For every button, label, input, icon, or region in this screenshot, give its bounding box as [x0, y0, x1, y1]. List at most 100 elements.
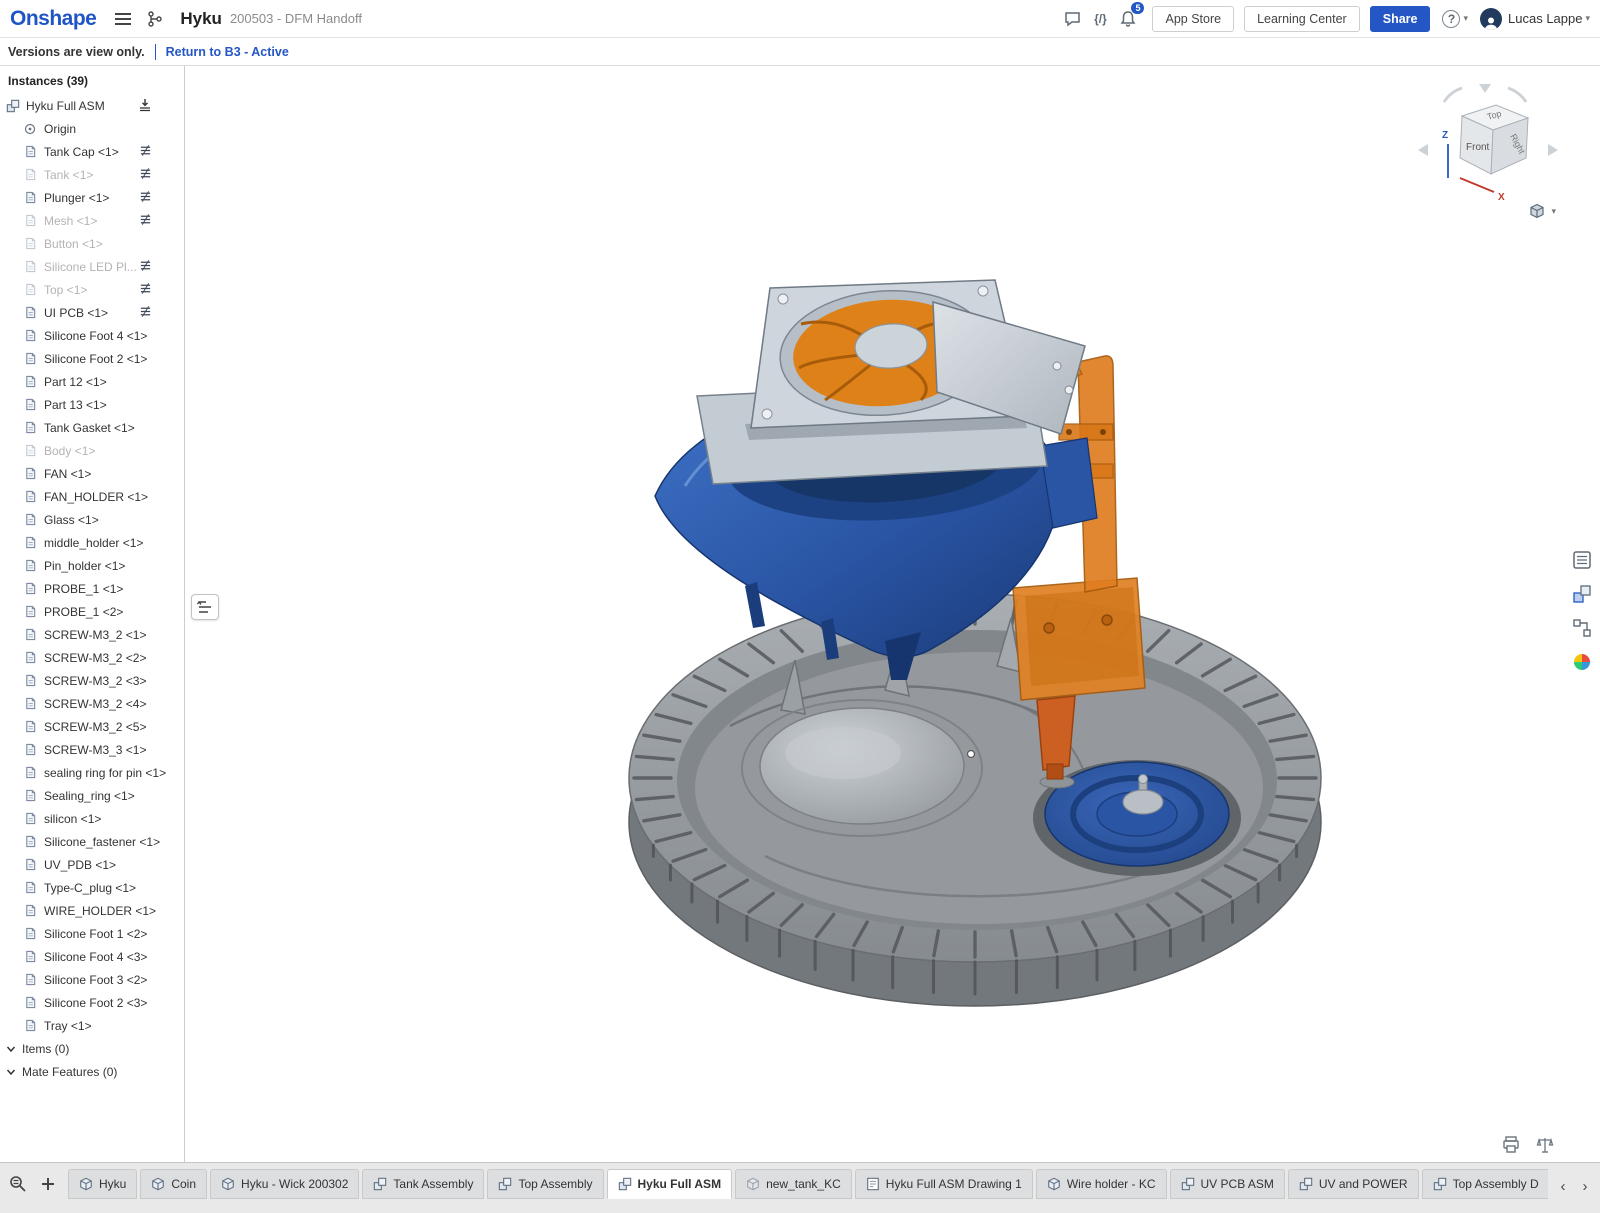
- hamburger-menu-icon[interactable]: [110, 6, 136, 32]
- app-store-button[interactable]: App Store: [1152, 6, 1234, 32]
- tree-item[interactable]: Plunger <1>: [0, 186, 184, 209]
- tree-item[interactable]: PROBE_1 <2>: [0, 600, 184, 623]
- tree-item[interactable]: Silicone_fastener <1>: [0, 830, 184, 853]
- share-button[interactable]: Share: [1370, 6, 1431, 32]
- tree-item[interactable]: Silicone Foot 2 <1>: [0, 347, 184, 370]
- section-scope-icon[interactable]: [139, 282, 152, 298]
- tree-item[interactable]: Pin_holder <1>: [0, 554, 184, 577]
- tree-item[interactable]: Mesh <1>: [0, 209, 184, 232]
- tab-manager-icon[interactable]: [4, 1169, 32, 1199]
- tree-item[interactable]: silicon <1>: [0, 807, 184, 830]
- document-tab[interactable]: Wire holder - KC: [1036, 1169, 1167, 1199]
- document-tab[interactable]: Top Assembly: [487, 1169, 603, 1199]
- tree-item[interactable]: Silicone Foot 4 <3>: [0, 945, 184, 968]
- tree-item[interactable]: Tank Cap <1>: [0, 140, 184, 163]
- tree-item[interactable]: middle_holder <1>: [0, 531, 184, 554]
- base-tray-part[interactable]: [629, 594, 1321, 1006]
- document-tab[interactable]: Tank Assembly: [362, 1169, 484, 1199]
- comments-icon[interactable]: [1058, 6, 1086, 32]
- tree-item[interactable]: SCREW-M3_2 <5>: [0, 715, 184, 738]
- tree-item[interactable]: Tank Gasket <1>: [0, 416, 184, 439]
- tree-item[interactable]: Silicone Foot 4 <1>: [0, 324, 184, 347]
- notifications-bell-icon[interactable]: 5: [1114, 6, 1142, 32]
- document-tab[interactable]: new_tank_KC: [735, 1169, 852, 1199]
- document-tab[interactable]: UV and POWER: [1288, 1169, 1419, 1199]
- document-tab[interactable]: Hyku Full ASM: [607, 1169, 733, 1199]
- tree-item[interactable]: UV_PDB <1>: [0, 853, 184, 876]
- measure-scale-icon[interactable]: [1534, 1134, 1556, 1156]
- view-options-button[interactable]: ▾: [1529, 203, 1556, 219]
- featurescript-icon[interactable]: {/}: [1086, 6, 1114, 32]
- tabs-scroll-left-icon[interactable]: ‹: [1554, 1173, 1572, 1199]
- section-scope-icon[interactable]: [139, 190, 152, 206]
- section-scope-icon[interactable]: [139, 167, 152, 183]
- tree-item[interactable]: UI PCB <1>: [0, 301, 184, 324]
- versions-tree-icon[interactable]: [142, 6, 168, 32]
- tree-item-root-assembly[interactable]: Hyku Full ASM: [0, 94, 184, 117]
- section-scope-icon[interactable]: [139, 213, 152, 229]
- section-scope-icon[interactable]: [139, 305, 152, 321]
- blue-disc-part[interactable]: [1045, 762, 1229, 866]
- document-tab[interactable]: UV PCB ASM: [1170, 1169, 1285, 1199]
- tree-item-origin[interactable]: Origin: [0, 117, 184, 140]
- new-tab-plus-icon[interactable]: [34, 1169, 62, 1199]
- print-icon[interactable]: [1500, 1134, 1522, 1156]
- tree-item[interactable]: Body <1>: [0, 439, 184, 462]
- onshape-logo[interactable]: Onshape: [10, 7, 96, 31]
- tree-item[interactable]: PROBE_1 <1>: [0, 577, 184, 600]
- model-viewport[interactable]: Front Top Right Z X ▾: [185, 66, 1600, 1162]
- configurations-icon[interactable]: [1570, 616, 1594, 640]
- fan-assembly-part[interactable]: [697, 280, 1085, 484]
- return-to-active-link[interactable]: Return to B3 - Active: [166, 45, 289, 59]
- viewcube-arrow-right[interactable]: [1548, 144, 1558, 156]
- tabs-scroll-right-icon[interactable]: ›: [1576, 1173, 1594, 1199]
- tree-item[interactable]: SCREW-M3_2 <3>: [0, 669, 184, 692]
- document-tab[interactable]: Hyku - Wick 200302: [210, 1169, 359, 1199]
- tree-item[interactable]: SCREW-M3_3 <1>: [0, 738, 184, 761]
- tree-item[interactable]: Glass <1>: [0, 508, 184, 531]
- section-scope-icon[interactable]: [139, 144, 152, 160]
- tree-item[interactable]: Sealing_ring <1>: [0, 784, 184, 807]
- tree-item[interactable]: SCREW-M3_2 <4>: [0, 692, 184, 715]
- mate-features-group-header[interactable]: Mate Features (0): [0, 1060, 184, 1083]
- tree-item[interactable]: FAN <1>: [0, 462, 184, 485]
- tree-item[interactable]: WIRE_HOLDER <1>: [0, 899, 184, 922]
- tree-item[interactable]: Silicone Foot 3 <2>: [0, 968, 184, 991]
- tree-item[interactable]: Silicone Foot 2 <3>: [0, 991, 184, 1014]
- document-tab[interactable]: Hyku Full ASM Drawing 1: [855, 1169, 1033, 1199]
- tree-item[interactable]: Silicone LED Pl...: [0, 255, 184, 278]
- section-scope-icon[interactable]: [139, 259, 152, 275]
- panel-collapse-toggle[interactable]: [191, 594, 219, 620]
- items-group-header[interactable]: Items (0): [0, 1037, 184, 1060]
- tree-item[interactable]: Part 12 <1>: [0, 370, 184, 393]
- part-icon: [24, 237, 39, 250]
- viewcube-arrow-up[interactable]: [1479, 84, 1491, 93]
- tree-item[interactable]: SCREW-M3_2 <1>: [0, 623, 184, 646]
- appearance-color-icon[interactable]: [1570, 650, 1594, 674]
- document-tab[interactable]: Coin: [140, 1169, 207, 1199]
- tree-item[interactable]: SCREW-M3_2 <2>: [0, 646, 184, 669]
- viewcube-arrow-left[interactable]: [1418, 144, 1428, 156]
- tree-item[interactable]: Part 13 <1>: [0, 393, 184, 416]
- viewcube-rotate-left[interactable]: [1444, 88, 1462, 102]
- exploded-model-canvas[interactable]: [185, 66, 1600, 1162]
- part-icon: [24, 743, 39, 756]
- learning-center-button[interactable]: Learning Center: [1244, 6, 1360, 32]
- bom-table-icon[interactable]: [1570, 548, 1594, 572]
- tree-item[interactable]: sealing ring for pin <1>: [0, 761, 184, 784]
- document-tab[interactable]: Top Assembly D: [1422, 1169, 1548, 1199]
- viewcube-rotate-right[interactable]: [1508, 88, 1526, 102]
- instance-label: Silicone Foot 4 <1>: [44, 329, 147, 343]
- tree-item[interactable]: Tray <1>: [0, 1014, 184, 1037]
- tree-item[interactable]: Top <1>: [0, 278, 184, 301]
- tree-item[interactable]: FAN_HOLDER <1>: [0, 485, 184, 508]
- tree-item[interactable]: Tank <1>: [0, 163, 184, 186]
- help-menu[interactable]: ? ▾: [1442, 10, 1468, 28]
- exploded-view-icon[interactable]: [1570, 582, 1594, 606]
- user-menu[interactable]: Lucas Lappe ▾: [1480, 8, 1590, 30]
- document-tab[interactable]: Hyku: [68, 1169, 137, 1199]
- tree-item[interactable]: Silicone Foot 1 <2>: [0, 922, 184, 945]
- insert-download-icon[interactable]: [138, 98, 152, 115]
- tree-item[interactable]: Button <1>: [0, 232, 184, 255]
- tree-item[interactable]: Type-C_plug <1>: [0, 876, 184, 899]
